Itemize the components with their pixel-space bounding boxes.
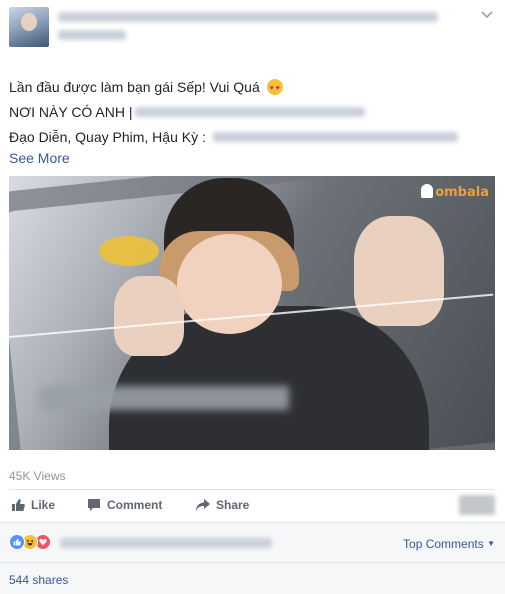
post-line-3-text: Đạo Diễn, Quay Phim, Hậu Kỳ : (9, 129, 206, 145)
author-name-redacted (58, 12, 438, 22)
watermark-text: ombala (435, 185, 489, 200)
comment-bubble-icon (87, 498, 101, 512)
right-hand (354, 216, 444, 326)
post-line-1-text: Lần đầu được làm bạn gái Sếp! Vui Quá (9, 79, 260, 95)
tag-redacted (135, 107, 365, 117)
credits-redacted (213, 132, 458, 142)
post-text-line-2: NƠI NÀY CÓ ANH | (9, 103, 133, 121)
like-reaction-icon[interactable] (9, 534, 25, 550)
action-bar: Like Comment Share (9, 495, 495, 519)
like-label: Like (31, 498, 56, 512)
post-line-2-text: NƠI NÀY CÓ ANH | (9, 104, 133, 120)
share-button[interactable]: Share (196, 498, 249, 512)
left-hand (114, 276, 184, 356)
view-count: 45K Views (9, 469, 66, 483)
post-header (0, 0, 505, 60)
post-text-line-1: Lần đầu được làm bạn gái Sếp! Vui Quá (9, 78, 283, 98)
video-player[interactable]: ombala (9, 176, 495, 450)
comment-button[interactable]: Comment (87, 498, 162, 512)
like-button[interactable]: Like (11, 498, 55, 512)
caption-redacted (39, 386, 289, 410)
reactions-bar: Top Comments ▼ (0, 522, 505, 562)
heart-eyes-emoji-icon (266, 79, 283, 98)
divider-top (9, 489, 495, 490)
shares-bar: 544 shares (0, 562, 505, 594)
ghost-logo-icon (421, 184, 434, 198)
viewer-avatar-redacted[interactable] (459, 495, 495, 515)
caret-down-icon: ▼ (487, 539, 495, 548)
see-more-link[interactable]: See More (9, 149, 70, 167)
top-comments-dropdown[interactable]: Top Comments ▼ (403, 537, 495, 551)
reactors-names-redacted[interactable] (60, 538, 272, 548)
top-comments-label: Top Comments (403, 537, 484, 551)
share-label: Share (216, 498, 250, 512)
toy-figure (99, 236, 159, 266)
share-arrow-icon (196, 498, 210, 512)
avatar[interactable] (9, 7, 49, 47)
post-timestamp-redacted (58, 30, 126, 40)
post-text-line-3: Đạo Diễn, Quay Phim, Hậu Kỳ : (9, 128, 206, 146)
chevron-down-icon[interactable] (481, 8, 493, 22)
share-count-link[interactable]: 544 shares (9, 573, 68, 587)
comment-label: Comment (107, 498, 163, 512)
channel-watermark: ombala (421, 184, 489, 200)
thumbs-up-icon (11, 498, 25, 512)
